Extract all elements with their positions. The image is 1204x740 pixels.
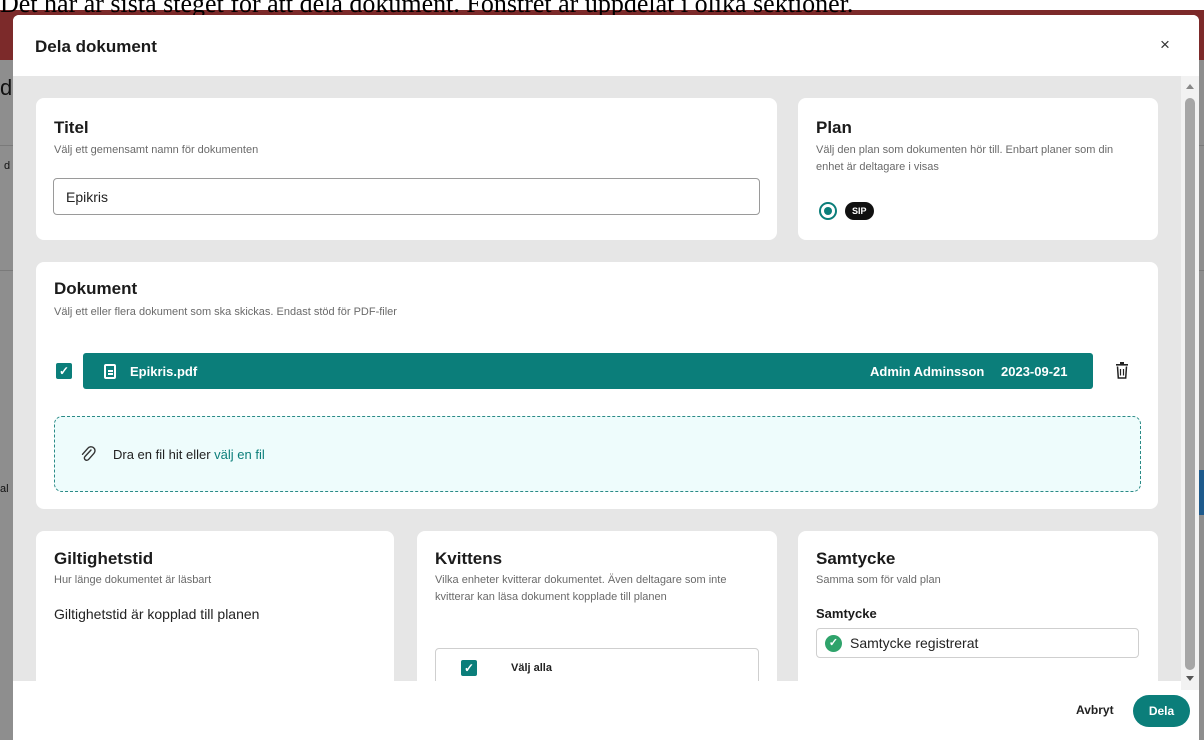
dropzone-prompt: Dra en fil hit eller xyxy=(113,447,215,462)
share-button[interactable]: Dela xyxy=(1133,695,1190,727)
share-document-dialog: Dela dokument × Titel Välj ett gemensamt… xyxy=(13,15,1199,740)
receipt-card: Kvittens Vilka enheter kvitterar dokumen… xyxy=(417,531,777,681)
consent-status-box: ✓ Samtycke registrerat xyxy=(816,628,1139,658)
plan-badge-sip: SIP xyxy=(845,202,874,220)
receipt-unit-list: ✓ Välj alla xyxy=(435,648,759,681)
radio-selected-dot xyxy=(824,207,832,215)
select-all-label: Välj alla xyxy=(511,662,552,674)
validity-text: Giltighetstid är kopplad till planen xyxy=(54,606,260,622)
background-text-fragment: d xyxy=(4,160,11,172)
consent-card: Samtycke Samma som för vald plan Samtyck… xyxy=(798,531,1158,681)
validity-card: Giltighetstid Hur länge dokumentet är lä… xyxy=(36,531,394,681)
file-dropzone[interactable]: Dra en fil hit eller välj en fil xyxy=(54,416,1141,492)
consent-description: Samma som för vald plan xyxy=(816,574,941,586)
dialog-header: Dela dokument × xyxy=(13,15,1199,76)
plan-description: Välj den plan som dokumenten hör till. E… xyxy=(816,144,1114,173)
consent-status: Samtycke registrerat xyxy=(850,635,979,651)
receipt-heading: Kvittens xyxy=(435,549,503,568)
plan-radio-sip[interactable] xyxy=(819,202,837,220)
documents-description: Välj ett eller flera dokument som ska sk… xyxy=(54,306,397,318)
consent-heading: Samtycke xyxy=(816,549,896,568)
choose-file-link[interactable]: välj en fil xyxy=(214,447,265,462)
title-heading: Titel xyxy=(54,118,89,137)
select-all-checkbox[interactable]: ✓ xyxy=(461,660,477,676)
documents-card: Dokument Välj ett eller flera dokument s… xyxy=(36,262,1158,509)
consent-label: Samtycke xyxy=(816,606,877,621)
close-button[interactable]: × xyxy=(1157,36,1173,53)
dialog-footer: Avbryt Dela xyxy=(13,681,1190,740)
trash-icon[interactable] xyxy=(1115,362,1129,379)
receipt-description: Vilka enheter kvitterar dokumentet. Även… xyxy=(435,574,727,603)
validity-heading: Giltighetstid xyxy=(54,549,154,568)
title-description: Välj ett gemensamt namn för dokumenten xyxy=(54,144,259,156)
vertical-scrollbar[interactable] xyxy=(1181,76,1199,690)
file-author: Admin Adminsson xyxy=(870,364,985,379)
paperclip-icon xyxy=(81,446,96,461)
background-text-fragment: d xyxy=(0,75,13,100)
dialog-body: Titel Välj ett gemensamt namn för dokume… xyxy=(13,76,1181,681)
file-name: Epikris.pdf xyxy=(130,364,198,379)
file-checkbox[interactable]: ✓ xyxy=(56,363,72,379)
check-circle-icon: ✓ xyxy=(825,635,842,652)
scrollbar-thumb[interactable] xyxy=(1185,98,1195,670)
file-date: 2023-09-21 xyxy=(1001,364,1068,379)
file-row[interactable]: Epikris.pdf Admin Adminsson 2023-09-21 xyxy=(83,353,1093,389)
background-text-fragment: al xyxy=(0,483,9,495)
dialog-title: Dela dokument xyxy=(35,37,157,56)
document-icon xyxy=(104,364,116,379)
plan-heading: Plan xyxy=(816,118,852,137)
documents-heading: Dokument xyxy=(54,279,138,298)
validity-description: Hur länge dokumentet är läsbart xyxy=(54,574,212,586)
title-input[interactable] xyxy=(53,178,760,215)
scroll-down-arrow-icon[interactable] xyxy=(1186,676,1194,681)
plan-card: Plan Välj den plan som dokumenten hör ti… xyxy=(798,98,1158,240)
title-card: Titel Välj ett gemensamt namn för dokume… xyxy=(36,98,777,240)
dropzone-text: Dra en fil hit eller välj en fil xyxy=(113,447,265,462)
scroll-up-arrow-icon[interactable] xyxy=(1186,84,1194,89)
cancel-button[interactable]: Avbryt xyxy=(1076,703,1114,717)
